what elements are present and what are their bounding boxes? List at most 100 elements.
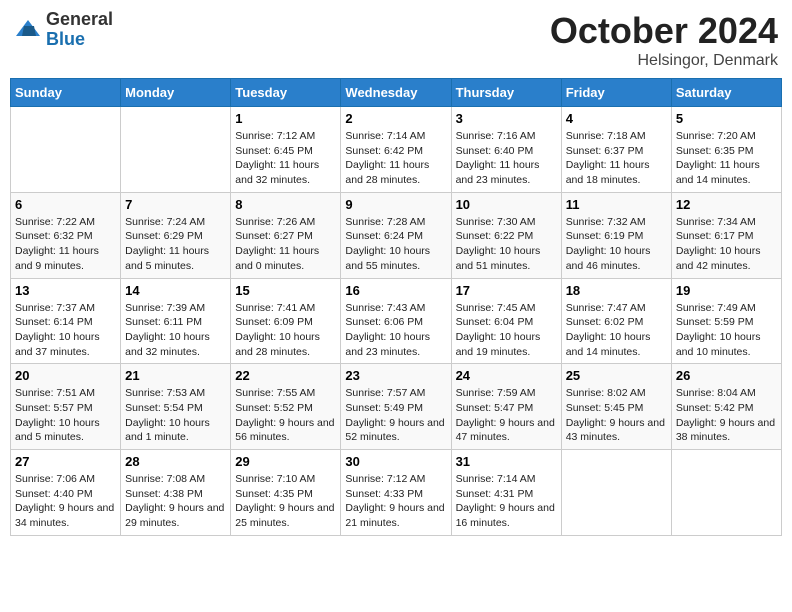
calendar-cell: 30 Sunrise: 7:12 AMSunset: 4:33 PMDayligh… [341,450,451,536]
day-number: 17 [456,283,557,298]
page-header: General Blue October 2024 Helsingor, Den… [10,10,782,70]
header-tuesday: Tuesday [231,79,341,107]
day-detail: Sunrise: 7:37 AMSunset: 6:14 PMDaylight:… [15,302,100,358]
calendar-cell: 7 Sunrise: 7:24 AMSunset: 6:29 PMDaylight… [121,192,231,278]
calendar-cell: 8Sunrise: 7:26 AMSunset: 6:27 PMDaylight… [231,192,341,278]
calendar-cell: 22Sunrise: 7:55 AMSunset: 5:52 PMDayligh… [231,364,341,450]
day-number: 25 [566,368,667,383]
day-number: 18 [566,283,667,298]
day-number: 3 [456,111,557,126]
calendar-cell: 20 Sunrise: 7:51 AMSunset: 5:57 PMDayligh… [11,364,121,450]
calendar-cell: 1Sunrise: 7:12 AMSunset: 6:45 PMDaylight… [231,107,341,193]
calendar-cell [11,107,121,193]
calendar-cell: 6Sunrise: 7:22 AMSunset: 6:32 PMDaylight… [11,192,121,278]
calendar-cell: 19 Sunrise: 7:49 AMSunset: 5:59 PMDayligh… [671,278,781,364]
calendar-cell: 9 Sunrise: 7:28 AMSunset: 6:24 PMDaylight… [341,192,451,278]
day-number: 16 [345,283,446,298]
calendar-cell: 27 Sunrise: 7:06 AMSunset: 4:40 PMDayligh… [11,450,121,536]
day-number: 19 [676,283,777,298]
day-detail: Sunrise: 7:49 AMSunset: 5:59 PMDaylight:… [676,302,761,358]
calendar-cell: 4Sunrise: 7:18 AMSunset: 6:37 PMDaylight… [561,107,671,193]
calendar-cell: 15 Sunrise: 7:41 AMSunset: 6:09 PMDayligh… [231,278,341,364]
day-detail: Sunrise: 7:39 AMSunset: 6:11 PMDaylight:… [125,302,210,358]
day-detail: Sunrise: 7:51 AMSunset: 5:57 PMDaylight:… [15,387,100,443]
calendar-week-4: 27 Sunrise: 7:06 AMSunset: 4:40 PMDayligh… [11,450,782,536]
calendar-cell: 23 Sunrise: 7:57 AMSunset: 5:49 PMDayligh… [341,364,451,450]
day-detail: Sunrise: 7:08 AMSunset: 4:38 PMDaylight:… [125,473,224,529]
day-detail: Sunrise: 7:16 AMSunset: 6:40 PMDaylight:… [456,130,540,186]
day-number: 22 [235,368,336,383]
calendar-cell: 17 Sunrise: 7:45 AMSunset: 6:04 PMDayligh… [451,278,561,364]
day-number: 27 [15,454,116,469]
day-detail: Sunrise: 7:32 AMSunset: 6:19 PMDaylight:… [566,216,651,272]
header-sunday: Sunday [11,79,121,107]
calendar-cell: 25 Sunrise: 8:02 AMSunset: 5:45 PMDayligh… [561,364,671,450]
header-friday: Friday [561,79,671,107]
day-number: 2 [345,111,446,126]
day-detail: Sunrise: 7:14 AMSunset: 4:31 PMDaylight:… [456,473,555,529]
day-number: 10 [456,197,557,212]
logo-icon [14,16,42,44]
day-detail: Sunrise: 7:10 AMSunset: 4:35 PMDaylight:… [235,473,334,529]
calendar-cell: 21Sunrise: 7:53 AMSunset: 5:54 PMDayligh… [121,364,231,450]
day-detail: Sunrise: 7:12 AMSunset: 4:33 PMDaylight:… [345,473,444,529]
calendar-cell: 2 Sunrise: 7:14 AMSunset: 6:42 PMDaylight… [341,107,451,193]
month-title: October 2024 [550,10,778,52]
day-number: 23 [345,368,446,383]
day-detail: Sunrise: 7:59 AMSunset: 5:47 PMDaylight:… [456,387,555,443]
location: Helsingor, Denmark [550,52,778,70]
day-number: 6 [15,197,116,212]
day-number: 1 [235,111,336,126]
calendar-table: SundayMondayTuesdayWednesdayThursdayFrid… [10,78,782,536]
day-number: 14 [125,283,226,298]
day-number: 7 [125,197,226,212]
header-thursday: Thursday [451,79,561,107]
calendar-cell: 5Sunrise: 7:20 AMSunset: 6:35 PMDaylight… [671,107,781,193]
calendar-week-1: 6Sunrise: 7:22 AMSunset: 6:32 PMDaylight… [11,192,782,278]
day-number: 30 [345,454,446,469]
calendar-cell [671,450,781,536]
day-detail: Sunrise: 7:24 AMSunset: 6:29 PMDaylight:… [125,216,209,272]
header-wednesday: Wednesday [341,79,451,107]
day-number: 9 [345,197,446,212]
logo-text: General Blue [46,10,113,50]
calendar-cell [561,450,671,536]
day-detail: Sunrise: 7:53 AMSunset: 5:54 PMDaylight:… [125,387,210,443]
header-saturday: Saturday [671,79,781,107]
calendar-cell: 14 Sunrise: 7:39 AMSunset: 6:11 PMDayligh… [121,278,231,364]
header-monday: Monday [121,79,231,107]
day-detail: Sunrise: 8:02 AMSunset: 5:45 PMDaylight:… [566,387,665,443]
day-number: 29 [235,454,336,469]
calendar-week-3: 20 Sunrise: 7:51 AMSunset: 5:57 PMDayligh… [11,364,782,450]
day-detail: Sunrise: 7:45 AMSunset: 6:04 PMDaylight:… [456,302,541,358]
calendar-week-2: 13 Sunrise: 7:37 AMSunset: 6:14 PMDayligh… [11,278,782,364]
calendar-header-row: SundayMondayTuesdayWednesdayThursdayFrid… [11,79,782,107]
day-number: 8 [235,197,336,212]
day-detail: Sunrise: 7:57 AMSunset: 5:49 PMDaylight:… [345,387,444,443]
calendar-cell: 18 Sunrise: 7:47 AMSunset: 6:02 PMDayligh… [561,278,671,364]
day-detail: Sunrise: 7:43 AMSunset: 6:06 PMDaylight:… [345,302,430,358]
day-detail: Sunrise: 7:18 AMSunset: 6:37 PMDaylight:… [566,130,650,186]
calendar-cell: 10Sunrise: 7:30 AMSunset: 6:22 PMDayligh… [451,192,561,278]
title-block: October 2024 Helsingor, Denmark [550,10,778,70]
calendar-cell: 11Sunrise: 7:32 AMSunset: 6:19 PMDayligh… [561,192,671,278]
day-detail: Sunrise: 7:47 AMSunset: 6:02 PMDaylight:… [566,302,651,358]
day-detail: Sunrise: 7:28 AMSunset: 6:24 PMDaylight:… [345,216,430,272]
calendar-cell: 31 Sunrise: 7:14 AMSunset: 4:31 PMDayligh… [451,450,561,536]
day-number: 20 [15,368,116,383]
logo: General Blue [14,10,113,50]
day-number: 15 [235,283,336,298]
logo-general-text: General [46,10,113,30]
day-detail: Sunrise: 7:20 AMSunset: 6:35 PMDaylight:… [676,130,760,186]
calendar-cell: 28Sunrise: 7:08 AMSunset: 4:38 PMDayligh… [121,450,231,536]
day-detail: Sunrise: 8:04 AMSunset: 5:42 PMDaylight:… [676,387,775,443]
calendar-cell: 29 Sunrise: 7:10 AMSunset: 4:35 PMDayligh… [231,450,341,536]
day-number: 24 [456,368,557,383]
day-number: 31 [456,454,557,469]
day-detail: Sunrise: 7:14 AMSunset: 6:42 PMDaylight:… [345,130,429,186]
day-number: 13 [15,283,116,298]
calendar-cell: 12Sunrise: 7:34 AMSunset: 6:17 PMDayligh… [671,192,781,278]
day-detail: Sunrise: 7:06 AMSunset: 4:40 PMDaylight:… [15,473,114,529]
day-detail: Sunrise: 7:41 AMSunset: 6:09 PMDaylight:… [235,302,320,358]
day-detail: Sunrise: 7:34 AMSunset: 6:17 PMDaylight:… [676,216,761,272]
